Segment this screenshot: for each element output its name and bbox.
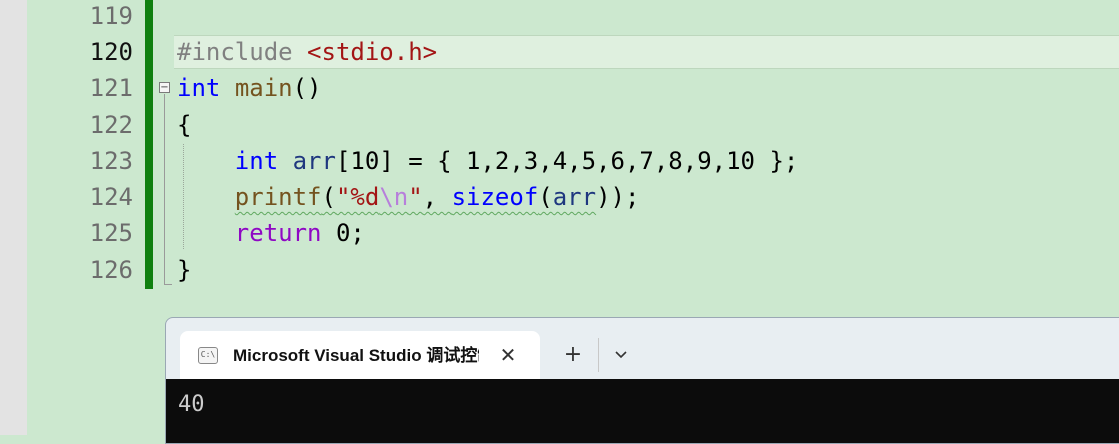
new-tab-button[interactable]: + (556, 340, 590, 370)
line-number: 125 (89, 219, 133, 247)
change-indicator-bar (145, 0, 153, 289)
terminal-tab[interactable]: C:\ Microsoft Visual Studio 调试控制台 ✕ (180, 331, 540, 381)
variable-name: arr (552, 183, 597, 211)
line-number-current: 120 (89, 38, 133, 66)
console-icon: C:\ (198, 347, 218, 364)
string-literal-end: " (408, 183, 423, 211)
function-name: main (234, 74, 293, 102)
debug-console-window[interactable]: C:\ Microsoft Visual Studio 调试控制台 ✕ + 40 (165, 317, 1119, 444)
terminal-output-area[interactable]: 40 (166, 379, 1119, 443)
function-name: printf (234, 183, 322, 211)
punctuation: ( (538, 183, 553, 211)
program-output: 40 (178, 392, 205, 417)
brace-open: { (177, 111, 192, 139)
collapse-icon[interactable]: − (159, 82, 170, 93)
terminal-tab-title: Microsoft Visual Studio 调试控制台 (233, 346, 479, 365)
preprocessor-directive: #include (177, 38, 293, 66)
tab-dropdown-button[interactable] (604, 340, 638, 370)
code-line-124[interactable]: printf("%d\n", sizeof(arr)); (177, 179, 640, 215)
line-number: 121 (89, 74, 133, 102)
variable-name: arr (292, 147, 336, 175)
warning-squiggle[interactable]: printf("%d\n", sizeof(arr (235, 183, 596, 211)
string-literal: "%d (335, 183, 380, 211)
tab-separator (598, 338, 599, 372)
return-keyword: return (234, 219, 322, 247)
punctuation: , (422, 183, 452, 211)
editor-left-margin (0, 0, 27, 435)
type-keyword: int (177, 74, 221, 102)
code-line-121[interactable]: int main() (177, 70, 322, 106)
brace-close: } (177, 256, 192, 284)
include-header: <stdio.h> (307, 38, 438, 66)
line-number: 123 (89, 147, 133, 175)
punctuation: )); (596, 183, 640, 211)
return-value: 0; (321, 219, 365, 247)
code-line-125[interactable]: return 0; (177, 215, 365, 251)
code-line-122[interactable]: { (177, 107, 191, 143)
array-initializer: [10] = { 1,2,3,4,5,6,7,8,9,10 }; (335, 147, 799, 175)
line-number-gutter: 119 120 121 122 123 124 125 126 (27, 0, 145, 435)
line-number: 119 (89, 2, 133, 30)
type-keyword: int (234, 147, 279, 175)
code-line-120[interactable]: #include <stdio.h> (177, 34, 437, 70)
sizeof-keyword: sizeof (451, 183, 539, 211)
punctuation: () (292, 74, 322, 102)
punctuation: ( (321, 183, 336, 211)
close-tab-button[interactable]: ✕ (495, 341, 521, 369)
chevron-down-icon (615, 351, 627, 359)
line-number: 124 (89, 183, 133, 211)
line-number: 122 (89, 111, 133, 139)
line-number: 126 (89, 256, 133, 284)
code-line-123[interactable]: int arr[10] = { 1,2,3,4,5,6,7,8,9,10 }; (177, 143, 799, 179)
fold-region-line (164, 94, 165, 284)
code-line-126[interactable]: } (177, 252, 191, 288)
fold-region-end (164, 284, 172, 285)
escape-sequence: \n (379, 183, 409, 211)
